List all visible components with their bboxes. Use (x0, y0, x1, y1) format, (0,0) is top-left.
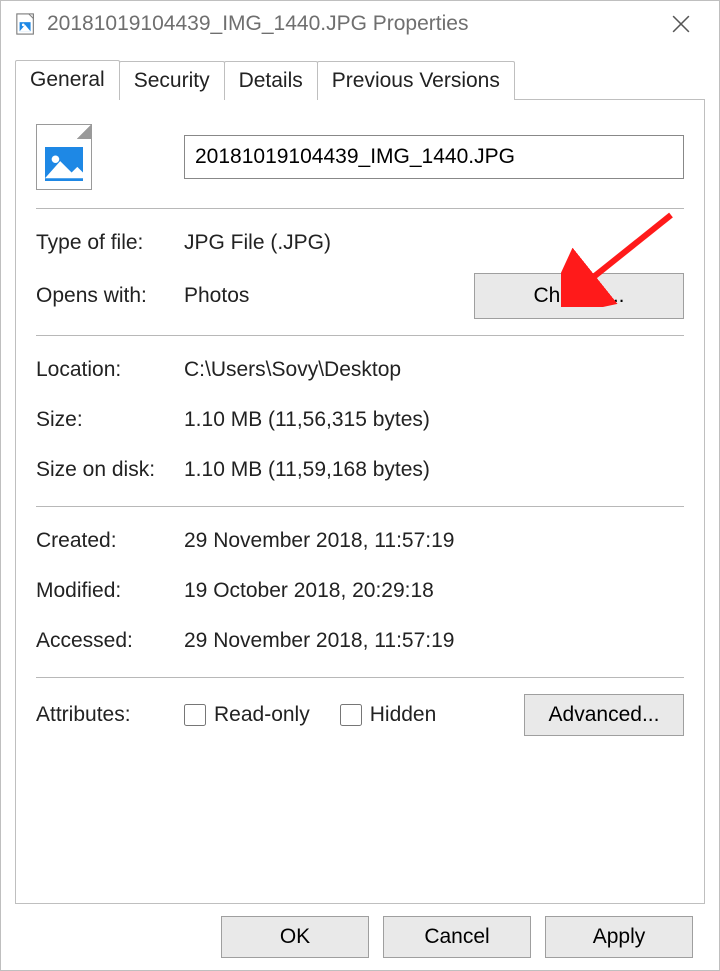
titlebar: 20181019104439_IMG_1440.JPG Properties (1, 1, 719, 47)
readonly-label: Read-only (214, 703, 310, 727)
separator (36, 677, 684, 678)
advanced-button[interactable]: Advanced... (524, 694, 684, 736)
accessed-label: Accessed: (36, 629, 184, 653)
location-value: C:\Users\Sovy\Desktop (184, 358, 684, 382)
hidden-checkbox[interactable] (340, 704, 362, 726)
location-label: Location: (36, 358, 184, 382)
close-icon (672, 15, 690, 33)
properties-window: 20181019104439_IMG_1440.JPG Properties G… (0, 0, 720, 971)
separator (36, 208, 684, 209)
separator (36, 506, 684, 507)
tab-details[interactable]: Details (224, 61, 318, 100)
created-label: Created: (36, 529, 184, 553)
modified-value: 19 October 2018, 20:29:18 (184, 579, 684, 603)
tab-previous-versions[interactable]: Previous Versions (317, 61, 515, 100)
size-on-disk-value: 1.10 MB (11,59,168 bytes) (184, 458, 684, 482)
readonly-checkbox-wrap[interactable]: Read-only (184, 703, 310, 727)
size-on-disk-label: Size on disk: (36, 458, 184, 482)
close-button[interactable] (651, 4, 711, 44)
modified-label: Modified: (36, 579, 184, 603)
opens-with-label: Opens with: (36, 284, 184, 308)
opens-with-value: Photos (184, 284, 474, 308)
size-label: Size: (36, 408, 184, 432)
type-of-file-label: Type of file: (36, 231, 184, 255)
large-file-icon (36, 124, 92, 190)
type-of-file-value: JPG File (.JPG) (184, 231, 684, 255)
tab-general[interactable]: General (15, 60, 120, 100)
button-bar: OK Cancel Apply (15, 904, 705, 970)
separator (36, 335, 684, 336)
client-area: General Security Details Previous Versio… (1, 47, 719, 970)
created-value: 29 November 2018, 11:57:19 (184, 529, 684, 553)
filename-input[interactable] (184, 135, 684, 179)
ok-button[interactable]: OK (221, 916, 369, 958)
window-title: 20181019104439_IMG_1440.JPG Properties (47, 12, 651, 36)
tab-security[interactable]: Security (119, 61, 225, 100)
attributes-label: Attributes: (36, 703, 184, 727)
accessed-value: 29 November 2018, 11:57:19 (184, 629, 684, 653)
size-value: 1.10 MB (11,56,315 bytes) (184, 408, 684, 432)
apply-button[interactable]: Apply (545, 916, 693, 958)
hidden-label: Hidden (370, 703, 437, 727)
change-button[interactable]: Change... (474, 273, 684, 319)
file-type-icon (15, 13, 37, 35)
tab-panel-general: Type of file: JPG File (.JPG) Opens with… (15, 99, 705, 904)
readonly-checkbox[interactable] (184, 704, 206, 726)
cancel-button[interactable]: Cancel (383, 916, 531, 958)
hidden-checkbox-wrap[interactable]: Hidden (340, 703, 437, 727)
tabs-row: General Security Details Previous Versio… (15, 61, 705, 99)
